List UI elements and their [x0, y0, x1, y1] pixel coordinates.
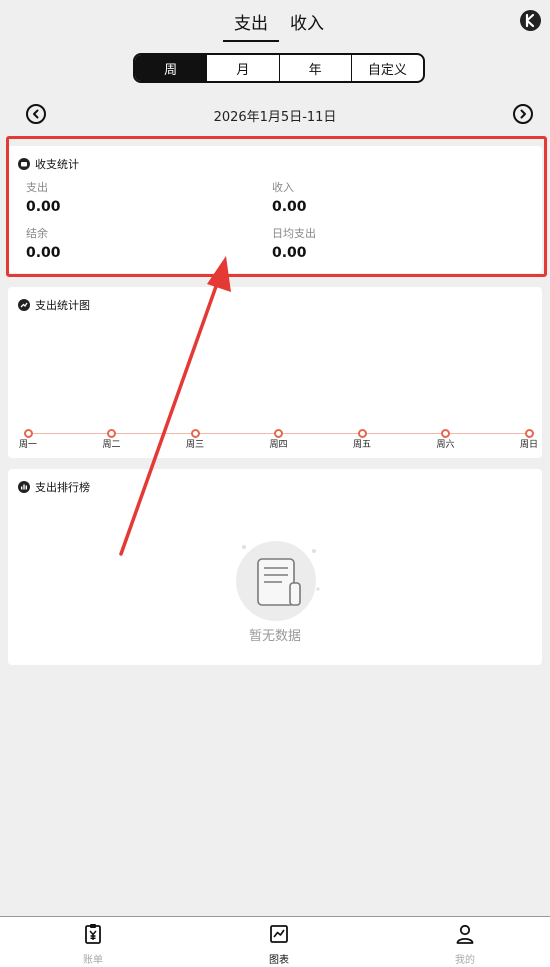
nav-bills-label: 账单: [83, 955, 103, 966]
chart-tick-label: 周三: [185, 440, 204, 450]
date-range-label: 2026年1月5日-11日: [213, 110, 337, 125]
period-year[interactable]: 年: [278, 55, 351, 81]
nav-item-mine[interactable]: 我的: [435, 923, 495, 966]
expense-ranking-card: 支出排行榜 暂无数据: [8, 469, 542, 665]
chart-tick-label: 周四: [269, 440, 288, 450]
period-week[interactable]: 周: [135, 55, 207, 81]
expense-chart-card: 支出统计图 周一 周二 周三 周四 周五 周六 周日: [8, 287, 542, 458]
bottom-navigation: 账单 图表 我的: [0, 916, 550, 967]
nav-charts-label: 图表: [269, 955, 289, 966]
chart-card-title: 支出统计图: [18, 297, 90, 313]
tab-income[interactable]: 收入: [290, 9, 324, 34]
empty-state-text: 暂无数据: [248, 629, 301, 644]
date-navigator: 2026年1月5日-11日: [0, 103, 550, 125]
active-tab-indicator: [223, 40, 279, 42]
chart-icon: [270, 925, 288, 943]
tab-expense[interactable]: 支出: [234, 9, 268, 34]
chart-tick-label: 周二: [102, 440, 121, 450]
logo-icon[interactable]: [520, 10, 541, 31]
chart-tick-label: 周六: [436, 440, 455, 450]
person-icon: [456, 924, 474, 944]
trend-icon: [18, 299, 30, 311]
annotation-highlight-box: [6, 136, 547, 277]
period-month[interactable]: 月: [206, 55, 278, 81]
next-period-button[interactable]: [513, 104, 533, 124]
chart-tick-label: 周一: [18, 440, 37, 450]
clipboard-yen-icon: [85, 924, 101, 944]
chevron-right-icon: [520, 109, 526, 119]
top-tab-bar: 支出 收入: [0, 0, 550, 44]
ranking-card-title: 支出排行榜: [18, 479, 90, 495]
chart-tick-label: 周日: [519, 440, 538, 450]
nav-mine-label: 我的: [455, 955, 475, 966]
nav-item-charts[interactable]: 图表: [249, 923, 309, 966]
nav-item-bills[interactable]: 账单: [63, 923, 123, 966]
period-selector: 周 月 年 自定义: [133, 53, 425, 83]
empty-document-icon: [236, 541, 320, 621]
bar-chart-icon: [18, 481, 30, 493]
chart-tick-label: 周五: [352, 440, 371, 450]
period-custom[interactable]: 自定义: [350, 55, 423, 81]
